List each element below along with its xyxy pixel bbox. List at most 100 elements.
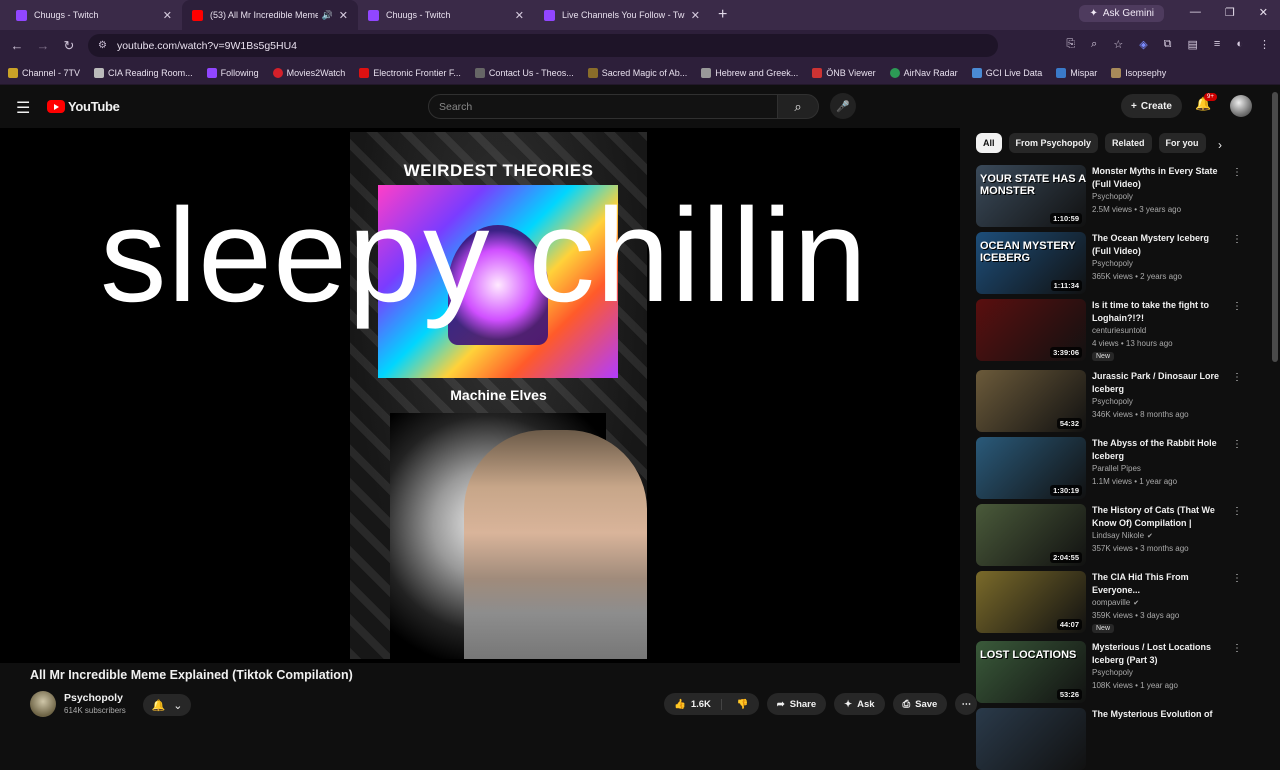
- bookmark-item[interactable]: Following: [206, 67, 259, 78]
- subscription-bell-button[interactable]: 🔔 ⌄: [143, 694, 191, 716]
- close-tab-icon[interactable]: ✕: [339, 9, 348, 22]
- channel-name[interactable]: Psychopoly: [64, 692, 123, 704]
- recommendation-title[interactable]: Mysterious / Lost Locations Iceberg (Par…: [1092, 641, 1230, 666]
- cast-icon[interactable]: ⎘: [1066, 38, 1075, 51]
- bookmark-item[interactable]: Movies2Watch: [272, 67, 345, 78]
- ask-gemini-button[interactable]: ✦ Ask Gemini: [1079, 5, 1164, 22]
- recommendation-thumbnail[interactable]: YOUR STATE HAS A MONSTER 1:10:59: [976, 165, 1086, 227]
- more-actions-button[interactable]: ⋯: [955, 693, 978, 715]
- recommendation-thumbnail[interactable]: OCEAN MYSTERY ICEBERG 1:11:34: [976, 232, 1086, 294]
- site-info-icon[interactable]: ⚙: [98, 40, 107, 51]
- create-button[interactable]: + Create: [1121, 94, 1182, 118]
- close-tab-icon[interactable]: ✕: [691, 9, 700, 22]
- more-options-icon[interactable]: ⋮: [1232, 372, 1242, 383]
- save-button[interactable]: ⎙ Save: [892, 693, 948, 715]
- browser-menu-icon[interactable]: ⋮: [1259, 38, 1270, 51]
- recommendation-channel[interactable]: Psychopoly: [1092, 259, 1133, 268]
- recommendation-thumbnail[interactable]: 54:32: [976, 370, 1086, 432]
- chip-related[interactable]: Related: [1105, 133, 1152, 153]
- recommendation-thumbnail[interactable]: 1:30:19: [976, 437, 1086, 499]
- new-tab-button[interactable]: +: [718, 6, 727, 24]
- close-window-icon[interactable]: ✕: [1259, 6, 1268, 19]
- bookmark-item[interactable]: Electronic Frontier F...: [359, 67, 461, 78]
- bookmark-item[interactable]: GCI Live Data: [971, 67, 1042, 78]
- more-options-icon[interactable]: ⋮: [1232, 167, 1242, 178]
- profile-icon[interactable]: ◐: [1236, 38, 1243, 51]
- recommendation-thumbnail[interactable]: 2:04:55: [976, 504, 1086, 566]
- hamburger-menu-icon[interactable]: ☰: [16, 98, 30, 118]
- channel-avatar[interactable]: [30, 691, 56, 717]
- recommendation-title[interactable]: The Mysterious Evolution of: [1092, 708, 1230, 721]
- search-button[interactable]: ⌕: [777, 94, 819, 119]
- recommendation-channel[interactable]: Psychopoly: [1092, 668, 1133, 677]
- url-bar[interactable]: ⚙ youtube.com/watch?v=9W1Bs5g5HU4: [88, 34, 998, 57]
- zoom-icon[interactable]: ⌕: [1091, 38, 1097, 51]
- browser-tab-0[interactable]: Chuugs - Twitch ✕: [6, 0, 182, 30]
- bookmark-item[interactable]: Mispar: [1056, 67, 1097, 78]
- dislike-button[interactable]: 👎: [727, 699, 759, 710]
- chip-for-you[interactable]: For you: [1158, 133, 1206, 153]
- recommendation-channel[interactable]: oompaville ✔: [1092, 598, 1139, 607]
- recommendation-thumbnail[interactable]: LOST LOCATIONS 53:26: [976, 641, 1086, 703]
- bookmark-item[interactable]: AirNav Radar: [889, 67, 958, 78]
- recommendation-item[interactable]: 1:30:19 The Abyss of the Rabbit Hole Iceb…: [976, 437, 1246, 499]
- recommendation-title[interactable]: The Abyss of the Rabbit Hole Iceberg: [1092, 437, 1230, 462]
- recommendation-thumbnail[interactable]: 44:07: [976, 571, 1086, 633]
- side-panel-icon[interactable]: ▤: [1188, 38, 1198, 51]
- chevron-right-icon[interactable]: ›: [1218, 138, 1222, 152]
- recommendation-item[interactable]: YOUR STATE HAS A MONSTER 1:10:59 Monster M…: [976, 165, 1246, 227]
- recommendation-channel[interactable]: Psychopoly: [1092, 192, 1133, 201]
- recommendation-title[interactable]: The History of Cats (That We Know Of) Co…: [1092, 504, 1230, 529]
- bookmark-item[interactable]: CIA Reading Room...: [94, 67, 193, 78]
- recommendation-channel[interactable]: Lindsay Nikole ✔: [1092, 531, 1153, 540]
- close-tab-icon[interactable]: ✕: [163, 9, 172, 22]
- recommendation-thumbnail[interactable]: [976, 708, 1086, 770]
- recommendation-title[interactable]: The Ocean Mystery Iceberg (Full Video): [1092, 232, 1230, 257]
- bookmark-item[interactable]: ÖNB Viewer: [812, 67, 876, 78]
- recommendation-item[interactable]: OCEAN MYSTERY ICEBERG 1:11:34 The Ocean My…: [976, 232, 1246, 294]
- account-avatar[interactable]: [1230, 95, 1252, 117]
- ask-button[interactable]: ✦ Ask: [834, 693, 885, 715]
- restore-icon[interactable]: ❐: [1225, 6, 1235, 19]
- share-button[interactable]: ➦ Share: [766, 693, 827, 715]
- recommendation-item[interactable]: 44:07 The CIA Hid This From Everyone... oo…: [976, 571, 1246, 633]
- bookmark-item[interactable]: Isopsephy: [1111, 67, 1166, 78]
- youtube-logo[interactable]: YouTube: [47, 99, 120, 114]
- bookmark-star-icon[interactable]: ☆: [1113, 38, 1123, 51]
- more-options-icon[interactable]: ⋮: [1232, 506, 1242, 517]
- chip-from-channel[interactable]: From Psychopoly: [1008, 133, 1099, 153]
- more-options-icon[interactable]: ⋮: [1232, 301, 1242, 312]
- browser-tab-2[interactable]: Chuugs - Twitch ✕: [358, 0, 534, 30]
- recommendation-item[interactable]: 2:04:55 The History of Cats (That We Know…: [976, 504, 1246, 566]
- extension-icon[interactable]: ◈: [1139, 38, 1147, 51]
- voice-search-button[interactable]: 🎤: [830, 93, 856, 119]
- recommendation-title[interactable]: Monster Myths in Every State (Full Video…: [1092, 165, 1230, 190]
- forward-icon[interactable]: →: [30, 38, 56, 53]
- media-control-icon[interactable]: ≡: [1214, 38, 1220, 51]
- reload-icon[interactable]: ↻: [56, 38, 82, 54]
- audio-playing-icon[interactable]: 🔊: [322, 10, 333, 21]
- bookmark-item[interactable]: Sacred Magic of Ab...: [587, 67, 687, 78]
- more-options-icon[interactable]: ⋮: [1232, 234, 1242, 245]
- bookmark-item[interactable]: Contact Us - Theos...: [474, 67, 574, 78]
- recommendation-title[interactable]: Jurassic Park / Dinosaur Lore Iceberg: [1092, 370, 1230, 395]
- bookmark-item[interactable]: Hebrew and Greek...: [701, 67, 798, 78]
- recommendation-channel[interactable]: Psychopoly: [1092, 397, 1133, 406]
- recommendation-title[interactable]: The CIA Hid This From Everyone...: [1092, 571, 1230, 596]
- video-player[interactable]: WEIRDEST THEORIES Machine Elves sleepy c…: [0, 128, 960, 663]
- recommendation-item[interactable]: LOST LOCATIONS 53:26 Mysterious / Lost Loc…: [976, 641, 1246, 703]
- minimize-icon[interactable]: —: [1190, 6, 1201, 19]
- bookmark-item[interactable]: Channel - 7TV: [8, 67, 80, 78]
- extensions-puzzle-icon[interactable]: ⧉: [1164, 38, 1172, 51]
- chip-all[interactable]: All: [976, 133, 1002, 153]
- recommendation-item[interactable]: 54:32 Jurassic Park / Dinosaur Lore Icebe…: [976, 370, 1246, 432]
- more-options-icon[interactable]: ⋮: [1232, 439, 1242, 450]
- recommendation-item[interactable]: The Mysterious Evolution of: [976, 708, 1246, 770]
- more-options-icon[interactable]: ⋮: [1232, 643, 1242, 654]
- recommendation-item[interactable]: 3:39:06 Is it time to take the fight to L…: [976, 299, 1246, 361]
- more-options-icon[interactable]: ⋮: [1232, 573, 1242, 584]
- recommendation-thumbnail[interactable]: 3:39:06: [976, 299, 1086, 361]
- like-button[interactable]: 👍 1.6K: [664, 698, 722, 710]
- back-icon[interactable]: ←: [4, 38, 30, 53]
- search-input[interactable]: Search: [428, 94, 778, 119]
